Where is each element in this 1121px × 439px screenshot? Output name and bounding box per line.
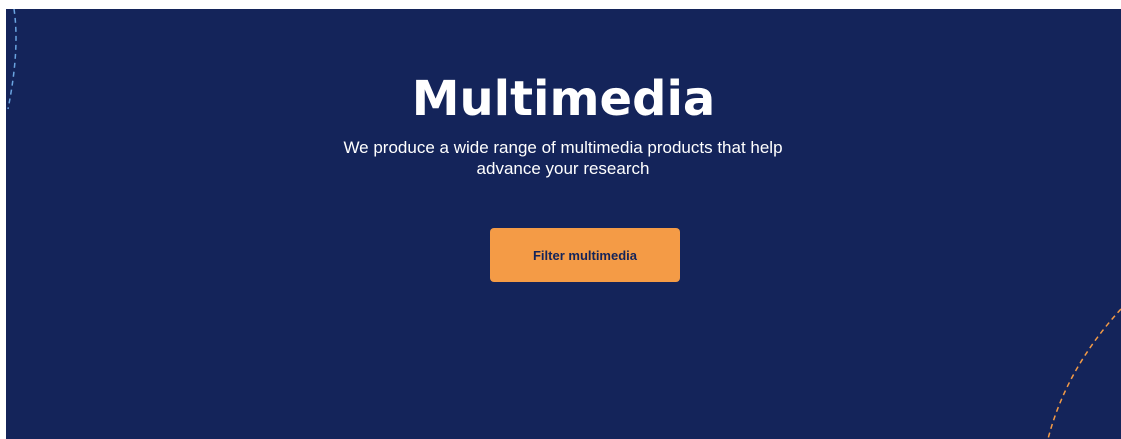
page-title: Multimedia <box>411 71 716 127</box>
filter-multimedia-button[interactable]: Filter multimedia <box>490 228 680 282</box>
hero-banner: Multimedia We produce a wide range of mu… <box>6 9 1121 439</box>
page-subtitle: We produce a wide range of multimedia pr… <box>343 138 783 178</box>
right-dashed-arc-icon <box>1047 308 1121 439</box>
